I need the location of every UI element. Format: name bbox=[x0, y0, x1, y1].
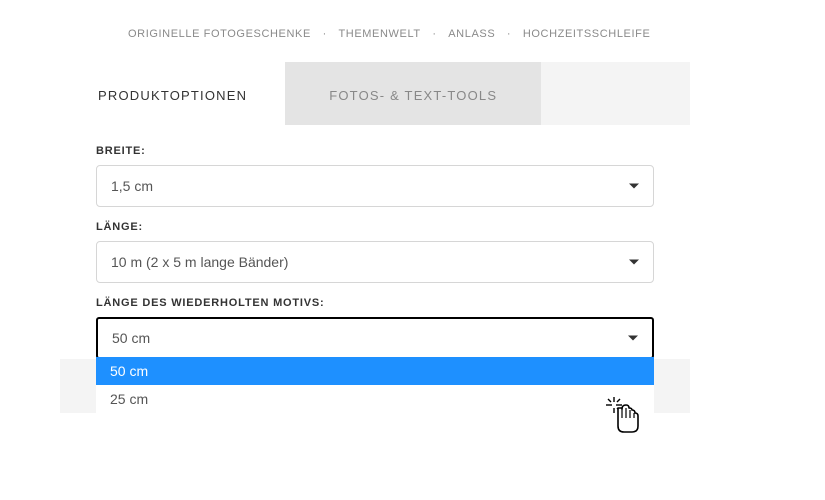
dropdown-option[interactable]: 50 cm bbox=[96, 357, 654, 385]
breadcrumb-sep: · bbox=[432, 28, 436, 40]
breadcrumb-item[interactable]: HOCHZEITSSCHLEIFE bbox=[523, 28, 651, 40]
field-breite: BREITE: 1,5 cm bbox=[96, 145, 654, 207]
dropdown-list: 50 cm 25 cm bbox=[96, 357, 654, 413]
breadcrumb-item[interactable]: THEMENWELT bbox=[338, 28, 420, 40]
field-laenge: LÄNGE: 10 m (2 x 5 m lange Bänder) bbox=[96, 221, 654, 283]
product-panel: PRODUKTOPTIONEN FOTOS- & TEXT-TOOLS BREI… bbox=[60, 62, 690, 413]
select-value: 10 m (2 x 5 m lange Bänder) bbox=[111, 254, 288, 270]
field-label: BREITE: bbox=[96, 145, 654, 157]
field-motiv-laenge: LÄNGE DES WIEDERHOLTEN MOTIVS: 50 cm 50 … bbox=[96, 297, 654, 359]
breadcrumb-item[interactable]: ORIGINELLE FOTOGESCHENKE bbox=[128, 28, 311, 40]
select-laenge[interactable]: 10 m (2 x 5 m lange Bänder) bbox=[96, 241, 654, 283]
select-motiv-laenge[interactable]: 50 cm 50 cm 25 cm bbox=[96, 317, 654, 359]
select-breite[interactable]: 1,5 cm bbox=[96, 165, 654, 207]
chevron-down-icon bbox=[629, 184, 639, 189]
select-value: 1,5 cm bbox=[111, 178, 153, 194]
breadcrumb-sep: · bbox=[323, 28, 327, 40]
tab-content: BREITE: 1,5 cm LÄNGE: 10 m (2 x 5 m lang… bbox=[60, 125, 690, 359]
breadcrumb-sep: · bbox=[507, 28, 511, 40]
tab-photo-text-tools[interactable]: FOTOS- & TEXT-TOOLS bbox=[285, 62, 541, 125]
dropdown-option[interactable]: 25 cm bbox=[96, 385, 654, 413]
breadcrumb-item[interactable]: ANLASS bbox=[448, 28, 495, 40]
field-label: LÄNGE: bbox=[96, 221, 654, 233]
field-label: LÄNGE DES WIEDERHOLTEN MOTIVS: bbox=[96, 297, 654, 309]
tab-bar: PRODUKTOPTIONEN FOTOS- & TEXT-TOOLS bbox=[60, 62, 690, 125]
chevron-down-icon bbox=[629, 260, 639, 265]
tab-product-options[interactable]: PRODUKTOPTIONEN bbox=[60, 62, 285, 125]
chevron-down-icon bbox=[628, 336, 638, 341]
select-value: 50 cm bbox=[112, 330, 150, 346]
breadcrumb: ORIGINELLE FOTOGESCHENKE · THEMENWELT · … bbox=[0, 0, 825, 40]
